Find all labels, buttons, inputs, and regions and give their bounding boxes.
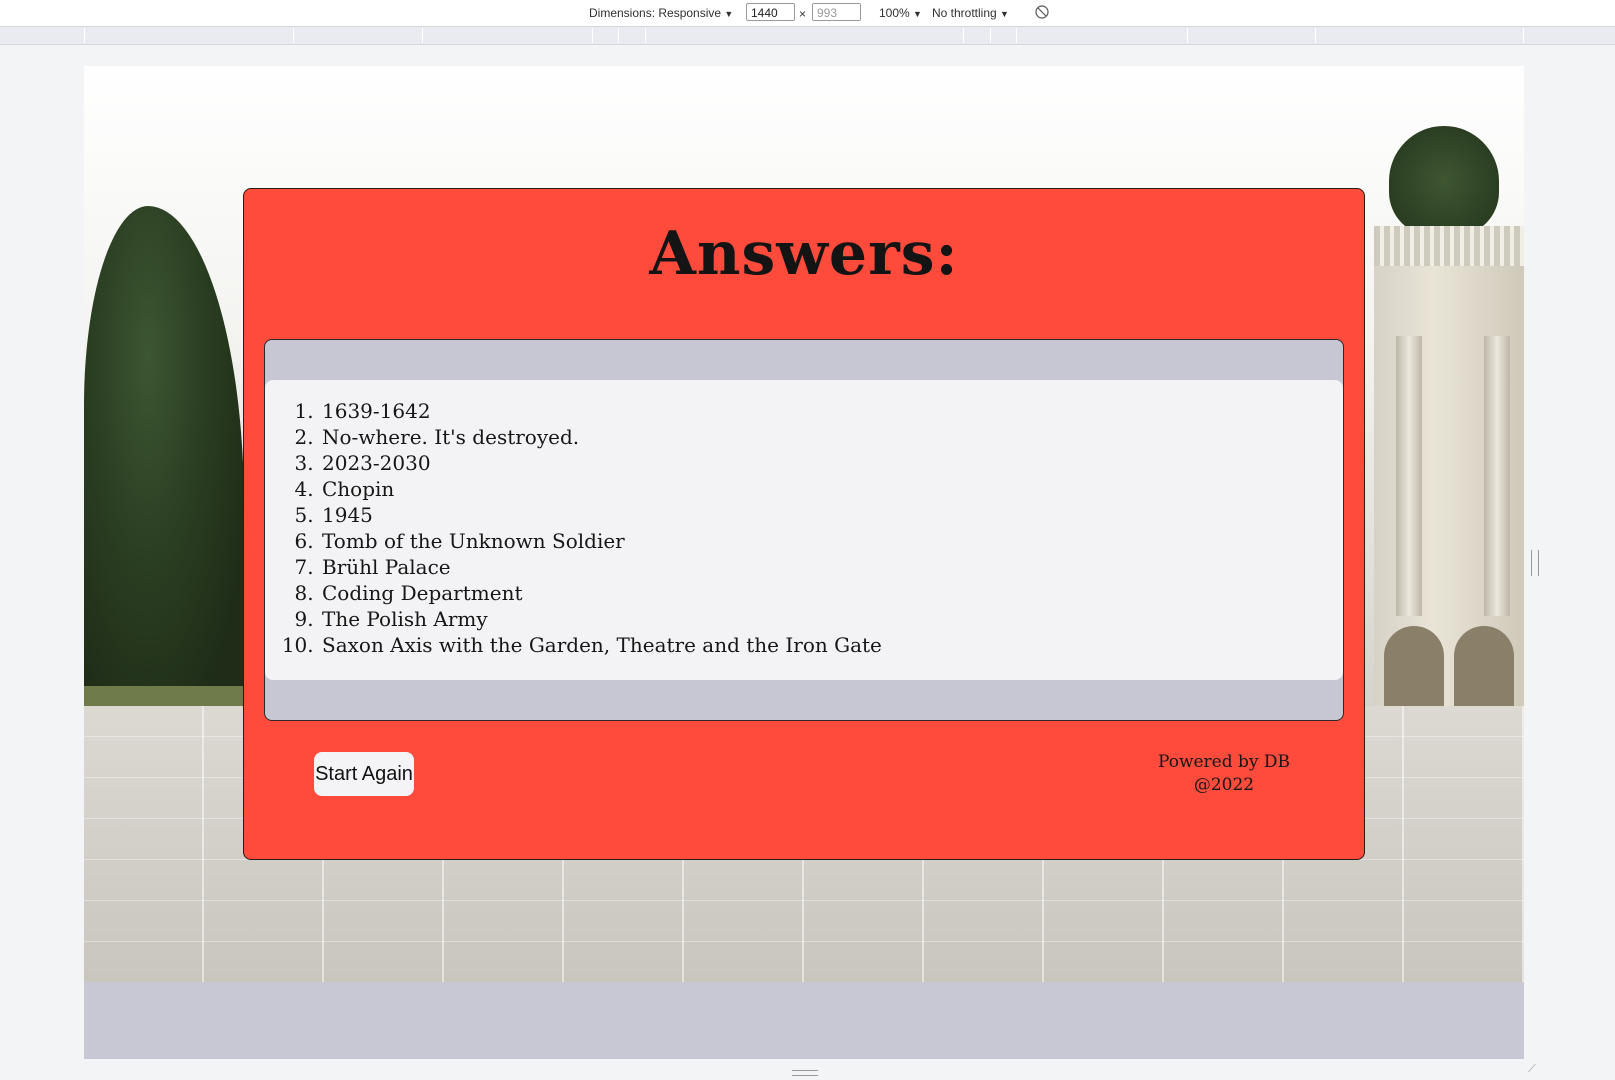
ruler-tick <box>1187 28 1188 43</box>
ruler-tick <box>1315 28 1316 43</box>
throttling-dropdown[interactable]: No throttling ▼ <box>932 6 1009 20</box>
palace-balcony <box>1374 226 1524 266</box>
dimensions-label: Dimensions: Responsive <box>589 6 722 20</box>
height-input[interactable]: 993 <box>812 3 861 21</box>
page-viewport: Answers: 1639-1642 No-where. It's destro… <box>84 66 1524 1059</box>
zoom-label: 100% <box>879 6 910 20</box>
width-input[interactable]: 1440 <box>746 3 795 21</box>
resize-handle-bottom[interactable] <box>792 1070 818 1076</box>
rotate-icon[interactable] <box>1035 5 1049 22</box>
palace-column <box>1484 336 1510 616</box>
resize-handle-corner-icon[interactable]: ⟋ <box>1528 1063 1540 1075</box>
chevron-down-icon: ▼ <box>1000 9 1009 19</box>
resize-handle-right[interactable] <box>1531 550 1539 576</box>
ruler-tick <box>84 28 85 43</box>
page-title: Answers: <box>649 219 959 289</box>
media-query-ruler[interactable] <box>0 27 1615 45</box>
ruler-tick <box>963 28 964 43</box>
answer-item: Saxon Axis with the Garden, Theatre and … <box>320 632 1343 658</box>
rotate-icon-svg <box>1035 5 1049 19</box>
times-sign: × <box>799 7 807 21</box>
answer-item: No-where. It's destroyed. <box>320 424 1343 450</box>
throttling-label: No throttling <box>932 6 997 20</box>
answer-item: Brühl Palace <box>320 554 1343 580</box>
answer-item: 2023-2030 <box>320 450 1343 476</box>
chevron-down-icon: ▼ <box>724 9 734 19</box>
ruler-tick <box>618 28 619 43</box>
answer-item: The Polish Army <box>320 606 1343 632</box>
chevron-down-icon: ▼ <box>913 9 922 19</box>
dimensions-dropdown[interactable]: Dimensions: Responsive ▼ <box>589 6 733 20</box>
footer-credit: Powered by DB @2022 <box>1124 751 1324 797</box>
answers-list: 1639-1642 No-where. It's destroyed. 2023… <box>265 380 1343 658</box>
answers-panel: 1639-1642 No-where. It's destroyed. 2023… <box>264 339 1344 721</box>
footer-powered-by: Powered by DB <box>1157 752 1291 772</box>
answer-item: Chopin <box>320 476 1343 502</box>
ruler-tick <box>422 28 423 43</box>
answer-item: Tomb of the Unknown Soldier <box>320 528 1343 554</box>
footer-year: @2022 <box>1193 775 1255 795</box>
trees-left <box>84 206 244 706</box>
ruler-tick <box>645 28 646 43</box>
answer-item: Coding Department <box>320 580 1343 606</box>
answer-item: 1945 <box>320 502 1343 528</box>
ruler-tick <box>293 28 294 43</box>
answers-list-container: 1639-1642 No-where. It's destroyed. 2023… <box>265 380 1343 680</box>
palace-column <box>1396 336 1422 616</box>
ruler-tick <box>990 28 991 43</box>
devtools-toolbar: Dimensions: Responsive ▼ 1440 × 993 100%… <box>0 0 1615 27</box>
ruler-tick <box>1016 28 1017 43</box>
ruler-tick <box>1523 28 1524 43</box>
palace-facade <box>1374 226 1524 726</box>
start-again-button[interactable]: Start Again <box>314 752 414 796</box>
answer-item: 1639-1642 <box>320 398 1343 424</box>
answers-card: Answers: 1639-1642 No-where. It's destro… <box>243 188 1365 860</box>
tree-right <box>1389 126 1499 236</box>
ruler-tick <box>592 28 593 43</box>
zoom-dropdown[interactable]: 100% ▼ <box>879 6 922 20</box>
